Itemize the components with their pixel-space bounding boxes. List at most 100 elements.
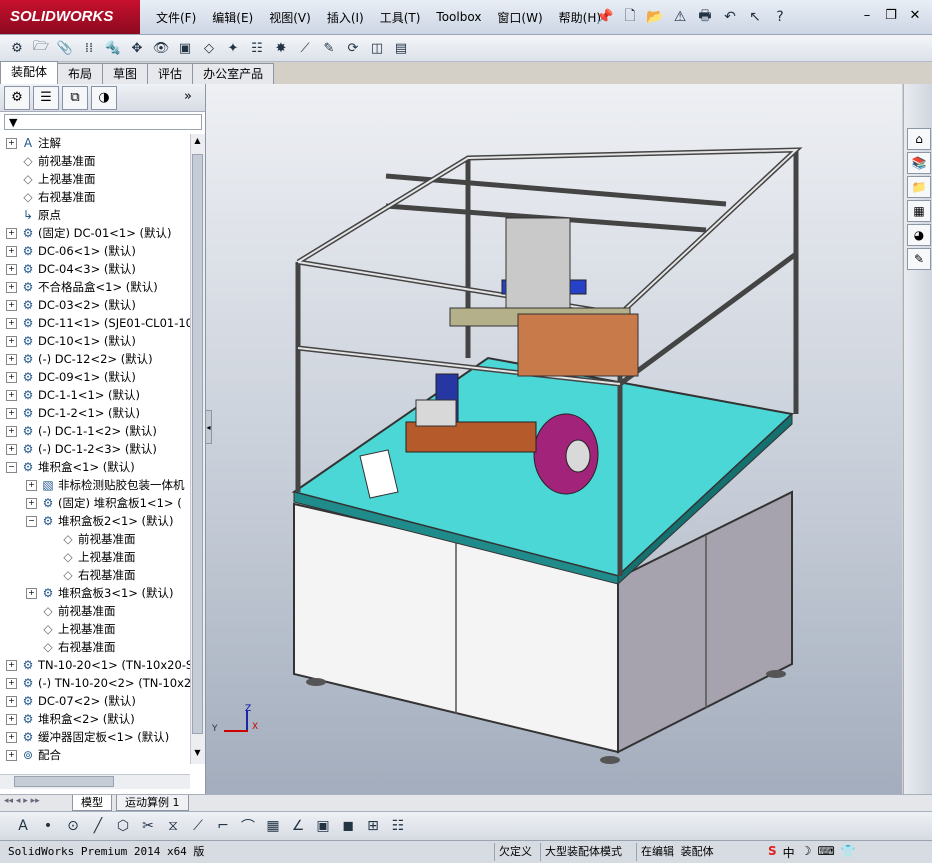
tree-node[interactable]: + ⚙ (固定) 堆积盒板1<1> (: [26, 494, 182, 512]
measure-icon[interactable]: ⊞: [362, 815, 384, 837]
tree-node[interactable]: − ⚙ 堆积盒板2<1> (默认): [26, 512, 174, 530]
panel-collapse-button[interactable]: »: [184, 89, 192, 104]
mirror-icon[interactable]: ⧖: [162, 815, 184, 837]
feature-manager-tab-icon[interactable]: ⚙: [4, 85, 30, 110]
tree-node[interactable]: ◇ 上视基准面: [26, 620, 115, 638]
reference-geometry-icon[interactable]: ◇: [198, 37, 220, 59]
undo-icon[interactable]: ↶: [719, 6, 741, 28]
tree-node[interactable]: ◇ 前视基准面: [6, 152, 95, 170]
tree-filter[interactable]: ▼: [4, 114, 202, 130]
view-palette-icon[interactable]: ▦: [907, 200, 931, 222]
tree-node[interactable]: + ⚙ (-) DC-1-1<2> (默认): [6, 422, 157, 440]
tree-node[interactable]: + ⚙ 堆积盒<2> (默认): [6, 710, 135, 728]
update-speedpak-icon[interactable]: ⟳: [342, 37, 364, 59]
ime-indicator[interactable]: S 中 ☽ ⌨ 👕: [768, 844, 856, 861]
new-document-icon[interactable]: 🗋: [619, 6, 641, 28]
tree-node[interactable]: + A 注解: [6, 134, 61, 152]
expand-toggle-icon[interactable]: +: [6, 426, 17, 437]
smart-fasteners-icon[interactable]: 🔩: [102, 37, 124, 59]
graphics-area[interactable]: ⊕ ⊙ ↺ ◧ ⬚ ◼ 👓 ◕ ☁ ▦ ⧈ ⧉ – ❐ ✕: [206, 84, 902, 794]
circle-icon[interactable]: ⊙: [62, 815, 84, 837]
cube-icon[interactable]: ◼: [337, 815, 359, 837]
menu-item[interactable]: 窗口(W): [489, 9, 550, 26]
open-folder-icon[interactable]: 📂: [644, 6, 666, 28]
linear-pattern-icon[interactable]: ⁞⁞: [78, 37, 100, 59]
tree-node[interactable]: ↳ 原点: [6, 206, 61, 224]
expand-toggle-icon[interactable]: +: [6, 138, 17, 149]
expand-toggle-icon[interactable]: +: [6, 408, 17, 419]
menu-item[interactable]: 视图(V): [261, 9, 319, 26]
tree-vertical-scrollbar[interactable]: ▲ ▼: [190, 134, 205, 764]
command-tab[interactable]: 评估: [147, 63, 194, 84]
expand-toggle-icon[interactable]: +: [6, 714, 17, 725]
solidworks-resources-icon[interactable]: ⌂: [907, 128, 931, 150]
explode-line-icon[interactable]: ⟋: [294, 37, 316, 59]
expand-toggle-icon[interactable]: −: [26, 516, 37, 527]
large-assembly-icon[interactable]: ▤: [390, 37, 412, 59]
command-tab[interactable]: 草图: [102, 63, 149, 84]
expand-toggle-icon[interactable]: +: [6, 300, 17, 311]
expand-toggle-icon[interactable]: +: [6, 696, 17, 707]
tree-node[interactable]: + ⚙ DC-04<3> (默认): [6, 260, 136, 278]
expand-toggle-icon[interactable]: +: [26, 480, 37, 491]
expand-toggle-icon[interactable]: +: [6, 318, 17, 329]
insert-component-icon[interactable]: ⚙: [6, 37, 28, 59]
select-arrow-icon[interactable]: ↖: [744, 6, 766, 28]
smart-dimension-icon[interactable]: A: [12, 815, 34, 837]
tree-node[interactable]: − ⚙ 堆积盒<1> (默认): [6, 458, 135, 476]
tree-node[interactable]: + ⚙ (-) DC-12<2> (默认): [6, 350, 153, 368]
tab-nav-icon[interactable]: ◂◂ ◂ ▸ ▸▸: [4, 796, 40, 806]
tree-node[interactable]: + ⚙ DC-1-1<1> (默认): [6, 386, 140, 404]
tree-node[interactable]: + ⚙ 缓冲器固定板<1> (默认): [6, 728, 169, 746]
expand-toggle-icon[interactable]: +: [6, 228, 17, 239]
tree-node[interactable]: + ⚙ DC-03<2> (默认): [6, 296, 136, 314]
tree-node[interactable]: ◇ 右视基准面: [46, 566, 135, 584]
expand-toggle-icon[interactable]: +: [6, 678, 17, 689]
tree-node[interactable]: + ⚙ DC-06<1> (默认): [6, 242, 136, 260]
instant3d-icon[interactable]: ✎: [318, 37, 340, 59]
tree-node[interactable]: + ⚙ DC-09<1> (默认): [6, 368, 136, 386]
box-icon[interactable]: ▣: [312, 815, 334, 837]
expand-toggle-icon[interactable]: +: [26, 588, 37, 599]
fillet-icon[interactable]: ⌒: [237, 815, 259, 837]
tree-node[interactable]: + ▧ 非标检测贴胶包装一体机: [26, 476, 185, 494]
model-tab[interactable]: 模型: [72, 795, 112, 811]
custom-properties-icon[interactable]: ✎: [907, 248, 931, 270]
command-tab[interactable]: 布局: [57, 63, 104, 84]
panel-splitter-icon[interactable]: ◂: [205, 410, 212, 444]
pin-icon[interactable]: 📌: [594, 6, 616, 28]
tree-node[interactable]: ◇ 前视基准面: [26, 602, 115, 620]
tree-node[interactable]: ◇ 右视基准面: [6, 188, 95, 206]
file-explorer-icon[interactable]: 📁: [907, 176, 931, 198]
restore-icon[interactable]: ❐: [882, 6, 900, 24]
tree-node[interactable]: + ⊚ 配合: [6, 746, 61, 764]
tree-node[interactable]: ◇ 上视基准面: [6, 170, 95, 188]
new-motion-study-icon[interactable]: ✦: [222, 37, 244, 59]
line-icon[interactable]: ╱: [87, 815, 109, 837]
tree-node[interactable]: ◇ 前视基准面: [46, 530, 135, 548]
expand-toggle-icon[interactable]: +: [6, 336, 17, 347]
scroll-thumb[interactable]: [192, 154, 203, 734]
exploded-view-icon[interactable]: ✸: [270, 37, 292, 59]
trim-icon[interactable]: ✂: [137, 815, 159, 837]
angle-icon[interactable]: ∠: [287, 815, 309, 837]
tree-node[interactable]: + ⚙ TN-10-20<1> (TN-10x20-S: [6, 656, 190, 674]
help-icon[interactable]: ?: [769, 6, 791, 28]
polygon-icon[interactable]: ⬡: [112, 815, 134, 837]
command-tab[interactable]: 办公室产品: [192, 63, 275, 84]
expand-toggle-icon[interactable]: +: [6, 264, 17, 275]
ime-logo-icon[interactable]: S: [768, 844, 777, 861]
tree-node[interactable]: + ⚙ (-) DC-1-2<3> (默认): [6, 440, 157, 458]
expand-toggle-icon[interactable]: +: [6, 282, 17, 293]
tree-node[interactable]: + ⚙ DC-07<2> (默认): [6, 692, 136, 710]
print-icon[interactable]: 🖶: [694, 6, 716, 28]
tree-node[interactable]: ◇ 右视基准面: [26, 638, 115, 656]
bill-of-materials-icon[interactable]: ☷: [246, 37, 268, 59]
expand-toggle-icon[interactable]: +: [6, 390, 17, 401]
expand-toggle-icon[interactable]: +: [6, 732, 17, 743]
menu-item[interactable]: 编辑(E): [204, 9, 261, 26]
tree-node[interactable]: + ⚙ DC-11<1> (SJE01-CL01-1000: [6, 314, 190, 332]
ime-settings-icon[interactable]: 👕: [841, 844, 856, 861]
tree-node[interactable]: + ⚙ 不合格品盒<1> (默认): [6, 278, 158, 296]
grid-icon[interactable]: ▦: [262, 815, 284, 837]
